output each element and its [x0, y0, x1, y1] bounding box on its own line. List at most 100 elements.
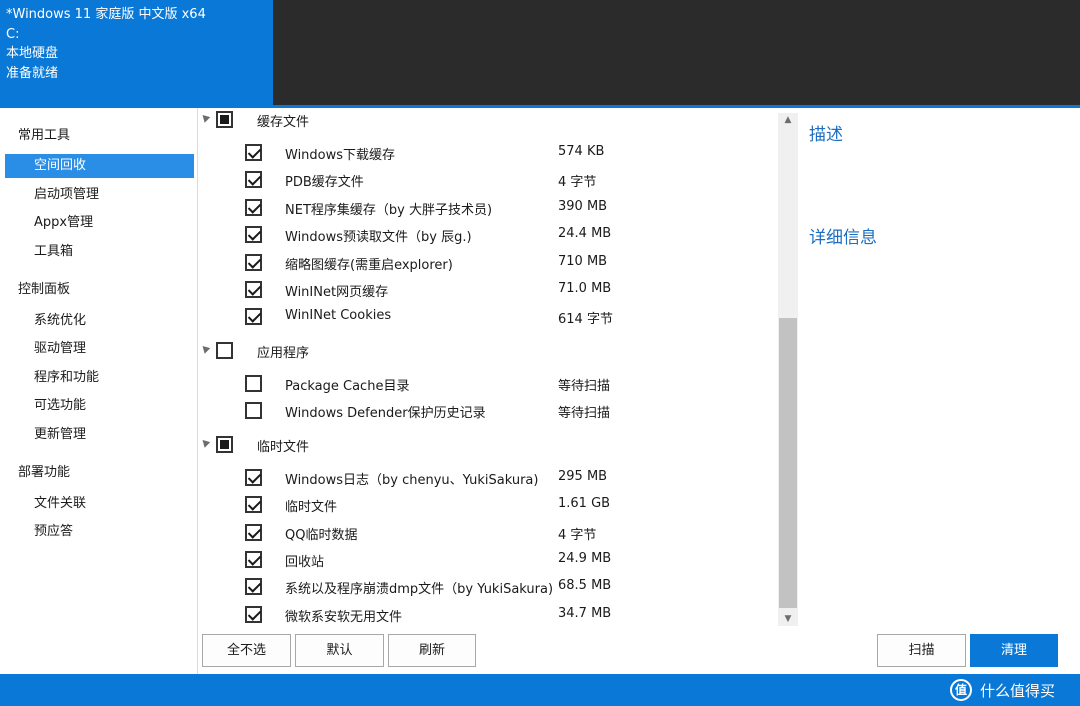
sidebar-item-space-recovery[interactable]: 空间回收 [5, 154, 194, 178]
sidebar-item-programs-features[interactable]: 程序和功能 [5, 366, 194, 390]
tree-item[interactable]: NET程序集缓存（by 大胖子技术员) 390 MB [198, 196, 778, 220]
item-size: 4 字节 [558, 528, 597, 543]
tree-category-cache-files[interactable]: 缓存文件 [198, 108, 778, 132]
tree-item[interactable]: Package Cache目录 等待扫描 [198, 372, 778, 396]
sidebar-item-file-association[interactable]: 文件关联 [5, 492, 194, 516]
tree-item[interactable]: 系统以及程序崩溃dmp文件（by YukiSakura) 68.5 MB [198, 575, 778, 599]
item-checkbox[interactable] [245, 496, 262, 513]
item-size: 等待扫描 [558, 379, 611, 394]
item-name: WinINet网页缓存 [285, 285, 389, 300]
sidebar-group-control-panel: 控制面板 [18, 282, 71, 297]
item-checkbox[interactable] [245, 144, 262, 161]
sidebar-item-update-manager[interactable]: 更新管理 [5, 423, 194, 447]
item-size: 710 MB [558, 254, 608, 269]
item-name: 回收站 [285, 555, 325, 570]
sidebar-item-startup-manager[interactable]: 启动项管理 [5, 183, 194, 207]
tree-item[interactable]: 缩略图缓存(需重启explorer) 710 MB [198, 251, 778, 275]
item-checkbox[interactable] [245, 226, 262, 243]
item-name: Windows日志（by chenyu、YukiSakura) [285, 473, 539, 488]
tree-item[interactable]: 临时文件 1.61 GB [198, 493, 778, 517]
refresh-button[interactable]: 刷新 [388, 634, 476, 667]
sidebar-item-appx-manager[interactable]: Appx管理 [5, 211, 194, 235]
expand-arrow-icon[interactable] [199, 112, 211, 123]
item-size: 4 字节 [558, 175, 597, 190]
expand-arrow-icon[interactable] [199, 343, 211, 354]
item-size: 24.9 MB [558, 551, 612, 566]
item-name: 临时文件 [285, 500, 338, 515]
item-name: 微软系安软无用文件 [285, 610, 403, 625]
tree-item[interactable]: Windows下载缓存 574 KB [198, 141, 778, 165]
category-checkbox[interactable] [216, 436, 233, 453]
drive-info-panel: *Windows 11 家庭版 中文版 x64 C: 本地硬盘 准备就绪 [0, 0, 273, 108]
cleanup-tree: 缓存文件 Windows下载缓存 574 KB PDB缓存文件 4 字节 NET… [198, 108, 778, 626]
description-title: 描述 [809, 125, 843, 145]
default-button[interactable]: 默认 [295, 634, 384, 667]
scan-button[interactable]: 扫描 [877, 634, 966, 667]
category-label: 临时文件 [257, 440, 310, 455]
item-name: Package Cache目录 [285, 379, 410, 394]
category-checkbox[interactable] [216, 342, 233, 359]
tree-item[interactable]: QQ临时数据 4 字节 [198, 521, 778, 545]
sidebar-item-driver-manager[interactable]: 驱动管理 [5, 337, 194, 361]
item-checkbox[interactable] [245, 469, 262, 486]
sidebar-item-toolbox[interactable]: 工具箱 [5, 240, 194, 264]
tree-item[interactable]: WinINet Cookies 614 字节 [198, 305, 778, 329]
item-name: Windows Defender保护历史记录 [285, 406, 486, 421]
details-title: 详细信息 [809, 228, 877, 248]
item-name: PDB缓存文件 [285, 175, 364, 190]
tree-item[interactable]: Windows日志（by chenyu、YukiSakura) 295 MB [198, 466, 778, 490]
item-checkbox[interactable] [245, 524, 262, 541]
item-checkbox[interactable] [245, 171, 262, 188]
item-checkbox[interactable] [245, 308, 262, 325]
item-size: 24.4 MB [558, 226, 612, 241]
item-checkbox[interactable] [245, 402, 262, 419]
tree-category-temp-files[interactable]: 临时文件 [198, 433, 778, 457]
scroll-down-arrow-icon[interactable]: ▼ [778, 612, 798, 626]
category-label: 缓存文件 [257, 115, 310, 130]
item-checkbox[interactable] [245, 606, 262, 623]
item-name: 系统以及程序崩溃dmp文件（by YukiSakura) [285, 582, 554, 597]
clean-button[interactable]: 清理 [970, 634, 1058, 667]
drive-type-label: 本地硬盘 [6, 46, 59, 61]
item-checkbox[interactable] [245, 375, 262, 392]
expand-arrow-icon[interactable] [199, 437, 211, 448]
item-checkbox[interactable] [245, 551, 262, 568]
status-bar [0, 674, 1080, 706]
header-banner [273, 0, 1080, 108]
item-size: 614 字节 [558, 312, 613, 327]
item-name: WinINet Cookies [285, 308, 392, 323]
tree-item[interactable]: Windows Defender保护历史记录 等待扫描 [198, 399, 778, 423]
select-none-button[interactable]: 全不选 [202, 634, 291, 667]
tree-item[interactable]: 回收站 24.9 MB [198, 548, 778, 572]
item-name: 缩略图缓存(需重启explorer) [285, 258, 453, 273]
item-size: 71.0 MB [558, 281, 612, 296]
item-checkbox[interactable] [245, 281, 262, 298]
tree-item[interactable]: PDB缓存文件 4 字节 [198, 168, 778, 192]
item-checkbox[interactable] [245, 578, 262, 595]
tree-item[interactable]: 微软系安软无用文件 34.7 MB [198, 603, 778, 626]
watermark-logo-icon: 值 [950, 679, 972, 701]
item-size: 574 KB [558, 144, 605, 159]
item-name: NET程序集缓存（by 大胖子技术员) [285, 203, 493, 218]
sidebar: 常用工具 空间回收 启动项管理 Appx管理 工具箱 控制面板 系统优化 驱动管… [0, 108, 198, 674]
status-label: 准备就绪 [6, 65, 59, 81]
item-size: 295 MB [558, 469, 608, 484]
category-label: 应用程序 [257, 346, 310, 361]
item-checkbox[interactable] [245, 199, 262, 216]
info-panel: 描述 详细信息 [798, 108, 1080, 626]
item-size: 68.5 MB [558, 578, 612, 593]
sidebar-item-optional-features[interactable]: 可选功能 [5, 394, 194, 418]
item-size: 34.7 MB [558, 606, 612, 621]
sidebar-item-system-optimization[interactable]: 系统优化 [5, 309, 194, 333]
sidebar-item-pre-answer[interactable]: 预应答 [5, 520, 194, 544]
sidebar-group-common-tools: 常用工具 [18, 128, 71, 143]
scroll-up-arrow-icon[interactable]: ▲ [778, 113, 798, 127]
item-size: 1.61 GB [558, 496, 611, 511]
tree-item[interactable]: WinINet网页缓存 71.0 MB [198, 278, 778, 302]
category-checkbox[interactable] [216, 111, 233, 128]
tree-item[interactable]: Windows预读取文件（by 辰g.) 24.4 MB [198, 223, 778, 247]
item-checkbox[interactable] [245, 254, 262, 271]
scrollbar-thumb[interactable] [779, 318, 797, 608]
tree-category-applications[interactable]: 应用程序 [198, 339, 778, 363]
tree-scrollbar[interactable]: ▲ ▼ [778, 113, 798, 626]
